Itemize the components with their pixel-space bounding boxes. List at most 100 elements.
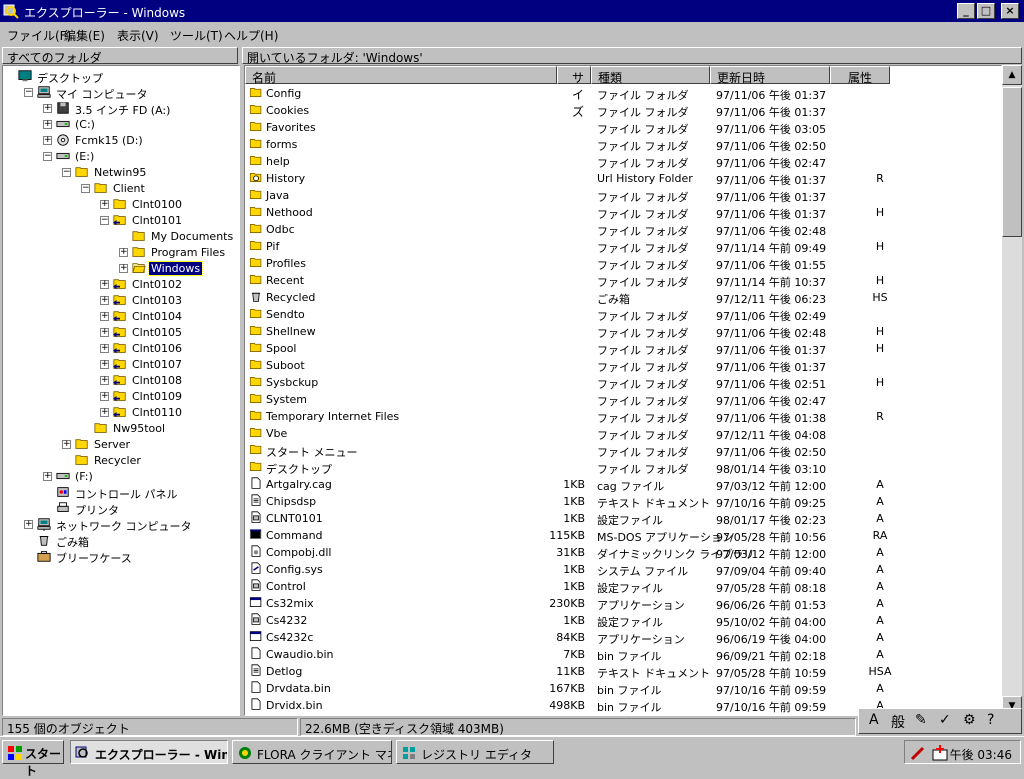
- folder-tree[interactable]: デスクトップ − マイ コンピュータ +3.5 インチ FD (A:) + (C:) + Fc…: [2, 65, 240, 716]
- menu-view[interactable]: 表示(V): [117, 27, 159, 44]
- menu-edit[interactable]: 編集(E): [64, 27, 105, 44]
- clock[interactable]: 午後 03:46: [950, 746, 1012, 763]
- table-row[interactable]: Chipsdsp 1KB テキスト ドキュメント 97/10/16 午前 09:25 A: [245, 493, 1001, 510]
- table-row[interactable]: forms ファイル フォルダ 97/11/06 午後 02:50: [245, 136, 1001, 153]
- menu-help[interactable]: ヘルプ(H): [224, 27, 278, 44]
- table-row[interactable]: Suboot ファイル フォルダ 97/11/06 午後 01:37: [245, 357, 1001, 374]
- file-list[interactable]: 名前 サイズ 種類 更新日時 属性 Config ファイル フォルダ 97/11/0…: [244, 65, 1002, 716]
- cell-attr: A: [876, 631, 884, 644]
- cell-attr: R: [876, 410, 884, 423]
- table-row[interactable]: CLNT0101 1KB 設定ファイル 98/01/17 午後 02:23 A: [245, 510, 1001, 527]
- table-row[interactable]: Cs32mix 230KB アプリケーション 96/06/26 午前 01:53 A: [245, 595, 1001, 612]
- expand-button[interactable]: +: [100, 200, 109, 209]
- minimize-button[interactable]: _: [957, 3, 975, 19]
- maximize-button[interactable]: □: [977, 3, 995, 19]
- scroll-up-button[interactable]: ▲: [1002, 65, 1022, 85]
- table-row[interactable]: Temporary Internet Files ファイル フォルダ 97/11/0…: [245, 408, 1001, 425]
- title-bar[interactable]: エクスプローラー - Windows _ □ ×: [0, 0, 1024, 22]
- vertical-scrollbar[interactable]: ▲ ▼: [1002, 65, 1022, 716]
- expand-button[interactable]: +: [119, 264, 128, 273]
- expand-button[interactable]: +: [43, 472, 52, 481]
- column-name[interactable]: 名前: [245, 66, 557, 85]
- expand-button[interactable]: +: [100, 360, 109, 369]
- table-row[interactable]: help ファイル フォルダ 97/11/06 午後 02:47: [245, 153, 1001, 170]
- table-row[interactable]: Odbc ファイル フォルダ 97/11/06 午後 02:48: [245, 221, 1001, 238]
- table-row[interactable]: Cwaudio.bin 7KB bin ファイル 96/09/21 午前 02:18 A: [245, 646, 1001, 663]
- expand-button[interactable]: +: [100, 328, 109, 337]
- scroll-thumb[interactable]: [1002, 87, 1022, 237]
- expand-button[interactable]: +: [24, 520, 33, 529]
- table-row[interactable]: Command 115KB MS-DOS アプリケーション 97/05/28 午前 1…: [245, 527, 1001, 544]
- table-row[interactable]: Config.sys 1KB システム ファイル 97/09/04 午前 09:40 A: [245, 561, 1001, 578]
- table-row[interactable]: Recent ファイル フォルダ 97/11/14 午前 10:37 H: [245, 272, 1001, 289]
- shared-folder-icon: [112, 325, 128, 339]
- table-row[interactable]: スタート メニュー ファイル フォルダ 97/11/06 午後 02:50: [245, 442, 1001, 459]
- column-type[interactable]: 種類: [591, 66, 710, 85]
- table-row[interactable]: デスクトップ ファイル フォルダ 98/01/14 午後 03:10: [245, 459, 1001, 476]
- ime-settings-icon[interactable]: ⚙: [963, 712, 976, 728]
- expand-button[interactable]: +: [119, 248, 128, 257]
- expand-button[interactable]: +: [100, 376, 109, 385]
- table-row[interactable]: Nethood ファイル フォルダ 97/11/06 午後 01:37 H: [245, 204, 1001, 221]
- table-row[interactable]: Spool ファイル フォルダ 97/11/06 午後 01:37 H: [245, 340, 1001, 357]
- ime-check-icon[interactable]: ✓: [939, 712, 951, 728]
- table-row[interactable]: Detlog 11KB テキスト ドキュメント 97/05/28 午前 10:59 HS…: [245, 663, 1001, 680]
- table-row[interactable]: Profiles ファイル フォルダ 97/11/06 午後 01:55: [245, 255, 1001, 272]
- table-row[interactable]: Favorites ファイル フォルダ 97/11/06 午後 03:05: [245, 119, 1001, 136]
- pen-icon[interactable]: [909, 744, 927, 762]
- table-row[interactable]: Artgalry.cag 1KB cag ファイル 97/03/12 午前 12:00…: [245, 476, 1001, 493]
- expand-button[interactable]: +: [100, 312, 109, 321]
- start-button[interactable]: スタート: [2, 740, 64, 778]
- collapse-button[interactable]: −: [81, 184, 90, 193]
- close-button[interactable]: ×: [1001, 3, 1019, 19]
- task-regedit[interactable]: レジストリ エディタ: [396, 740, 554, 764]
- column-modified[interactable]: 更新日時: [710, 66, 830, 85]
- table-row[interactable]: Recycled ごみ箱 97/12/11 午後 06:23 HS: [245, 289, 1001, 306]
- cell-name: Drvdata.bin: [266, 682, 331, 695]
- collapse-button[interactable]: −: [100, 216, 109, 225]
- table-row[interactable]: History Url History Folder 97/11/06 午後 01:…: [245, 170, 1001, 187]
- expand-button[interactable]: +: [100, 392, 109, 401]
- red-cross-icon[interactable]: [931, 744, 949, 762]
- table-row[interactable]: Cs4232c 84KB アプリケーション 96/06/19 午後 04:00 A: [245, 629, 1001, 646]
- expand-button[interactable]: +: [100, 408, 109, 417]
- cell-date: 97/11/06 午後 01:37: [716, 344, 827, 357]
- table-row[interactable]: Java ファイル フォルダ 97/11/06 午後 01:37: [245, 187, 1001, 204]
- table-row[interactable]: Pif ファイル フォルダ 97/11/14 午前 09:49 H: [245, 238, 1001, 255]
- expand-button[interactable]: +: [100, 344, 109, 353]
- table-row[interactable]: Sysbckup ファイル フォルダ 97/11/06 午後 02:51 H: [245, 374, 1001, 391]
- table-row[interactable]: Drvdata.bin 167KB bin ファイル 97/10/16 午前 09:5…: [245, 680, 1001, 697]
- table-row[interactable]: Cs4232 1KB 設定ファイル 95/10/02 午前 04:00 A: [245, 612, 1001, 629]
- table-row[interactable]: Control 1KB 設定ファイル 97/05/28 午前 08:18 A: [245, 578, 1001, 595]
- table-row[interactable]: System ファイル フォルダ 97/11/06 午後 02:47: [245, 391, 1001, 408]
- ime-pad-icon[interactable]: ✎: [915, 712, 927, 728]
- expand-button[interactable]: +: [43, 120, 52, 129]
- expand-button[interactable]: +: [43, 136, 52, 145]
- table-row[interactable]: Cookies ファイル フォルダ 97/11/06 午後 01:37: [245, 102, 1001, 119]
- expand-button[interactable]: +: [100, 296, 109, 305]
- ime-help-icon[interactable]: ?: [987, 712, 994, 728]
- text-file-icon: [249, 664, 263, 677]
- menu-tools[interactable]: ツール(T): [170, 27, 223, 44]
- cell-attr: A: [876, 597, 884, 610]
- column-attributes[interactable]: 属性: [830, 66, 890, 85]
- expand-button[interactable]: +: [43, 104, 52, 113]
- column-size[interactable]: サイズ: [557, 66, 591, 119]
- table-row[interactable]: Vbe ファイル フォルダ 97/12/11 午後 04:08: [245, 425, 1001, 442]
- collapse-button[interactable]: −: [62, 168, 71, 177]
- collapse-button[interactable]: −: [43, 152, 52, 161]
- collapse-button[interactable]: −: [24, 88, 33, 97]
- task-explorer[interactable]: エクスプローラー - Windows: [70, 740, 228, 764]
- expand-button[interactable]: +: [62, 440, 71, 449]
- table-row[interactable]: Compobj.dll 31KB ダイナミックリンク ライブラリ 97/03/12 午…: [245, 544, 1001, 561]
- ime-kanji-icon[interactable]: 般: [891, 712, 905, 732]
- table-row[interactable]: Shellnew ファイル フォルダ 97/11/06 午後 02:48 H: [245, 323, 1001, 340]
- ime-mode-icon[interactable]: A: [869, 712, 879, 728]
- table-row[interactable]: Sendto ファイル フォルダ 97/11/06 午後 02:49: [245, 306, 1001, 323]
- task-flora[interactable]: FLORA クライアント マネージ...: [232, 740, 392, 764]
- cell-date: 96/09/21 午前 02:18: [716, 650, 827, 663]
- menu-file[interactable]: ファイル(F): [7, 27, 71, 44]
- cell-type: MS-DOS アプリケーション: [597, 531, 733, 544]
- table-row[interactable]: Config ファイル フォルダ 97/11/06 午後 01:37: [245, 85, 1001, 102]
- expand-button[interactable]: +: [100, 280, 109, 289]
